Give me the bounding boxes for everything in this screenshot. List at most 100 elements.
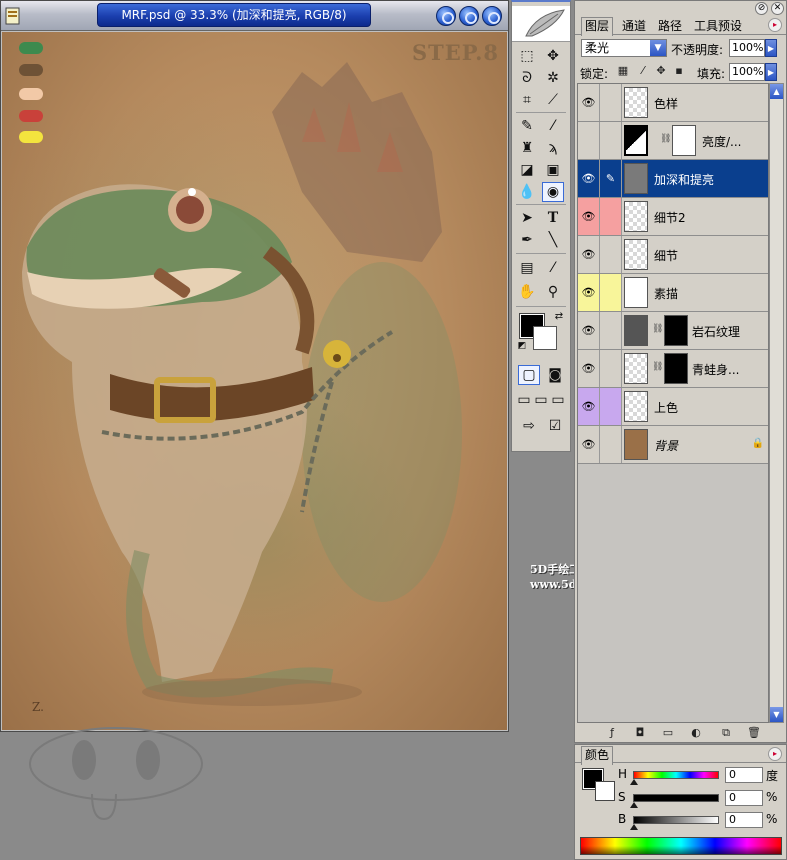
close-button[interactable] (482, 6, 502, 26)
color-spectrum-bar[interactable] (580, 837, 782, 855)
default-colors-icon[interactable]: ◩ (516, 340, 528, 352)
lock-position-icon[interactable]: ✥ (655, 65, 667, 77)
lock-transparency-icon[interactable]: ▦ (617, 65, 629, 77)
layer-row[interactable]: 👁 素描 (578, 274, 768, 312)
eraser-tool-icon[interactable]: ◪ (516, 160, 538, 180)
move-tool-icon[interactable]: ✥ (542, 46, 564, 66)
layer-row[interactable]: 👁 背景 🔒 (578, 426, 768, 464)
screen-mode-standard-icon[interactable]: ▭ (516, 390, 532, 410)
blur-tool-icon[interactable]: 💧 (516, 182, 538, 202)
brightness-slider-thumb[interactable] (630, 824, 638, 830)
maximize-button[interactable] (459, 6, 479, 26)
brightness-slider[interactable] (633, 816, 719, 824)
path-selection-tool-icon[interactable]: ➤ (516, 208, 538, 228)
screen-mode-full-menu-icon[interactable]: ▭ (533, 390, 549, 410)
eyedropper-tool-icon[interactable]: ⁄ (542, 258, 564, 278)
gradient-tool-icon[interactable]: ▣ (542, 160, 564, 180)
hand-tool-icon[interactable]: ✋ (516, 282, 538, 302)
quick-mask-mode-icon[interactable]: ◙ (544, 365, 566, 385)
trash-icon[interactable]: 🗑 (747, 726, 761, 739)
opacity-field[interactable]: 100% (729, 39, 765, 57)
panel-close-icon[interactable]: ✕ (771, 2, 784, 15)
brightness-field[interactable]: 0 (725, 812, 763, 828)
layer-style-icon[interactable]: ƒ (605, 726, 619, 739)
new-group-icon[interactable]: ▭ (661, 726, 675, 739)
brush-tool-icon[interactable]: ⁄ (542, 116, 564, 136)
layer-link-cell[interactable] (600, 198, 622, 235)
background-color-swatch[interactable] (533, 326, 557, 350)
document-titlebar[interactable]: MRF.psd @ 33.3% (加深和提亮, RGB/8) (1, 1, 508, 31)
hue-slider-thumb[interactable] (630, 779, 638, 785)
layers-scrollbar[interactable]: ▲ ▼ (769, 83, 784, 723)
visibility-eye-icon[interactable] (578, 122, 600, 159)
dodge-tool-icon[interactable]: ◉ (542, 182, 564, 202)
saturation-slider[interactable] (633, 794, 719, 802)
lock-pixels-icon[interactable]: ⁄ (637, 65, 649, 77)
new-adjustment-layer-icon[interactable]: ◐ (689, 726, 703, 739)
standard-mode-icon[interactable]: ▢ (518, 365, 540, 385)
color-background-swatch[interactable] (595, 781, 615, 801)
history-brush-tool-icon[interactable]: ϡ (542, 138, 564, 158)
layer-row[interactable]: 👁 上色 (578, 388, 768, 426)
saturation-slider-thumb[interactable] (630, 802, 638, 808)
lock-all-icon[interactable]: ▪ (673, 65, 685, 77)
layer-row[interactable]: ⛓ 亮度/... (578, 122, 768, 160)
fill-field[interactable]: 100% (729, 63, 765, 81)
add-mask-icon[interactable]: ◘ (633, 726, 647, 739)
visibility-eye-icon[interactable]: 👁 (578, 198, 600, 235)
imageready-icon[interactable]: ☑ (544, 416, 566, 436)
visibility-eye-icon[interactable]: 👁 (578, 426, 600, 463)
scroll-up-icon[interactable]: ▲ (770, 84, 783, 99)
visibility-eye-icon[interactable]: 👁 (578, 274, 600, 311)
layers-panel-menu-button[interactable]: ▸ (768, 18, 782, 32)
layer-link-cell[interactable] (600, 350, 622, 387)
zoom-tool-icon[interactable]: ⚲ (542, 282, 564, 302)
scroll-down-icon[interactable]: ▼ (770, 707, 783, 722)
brush-icon[interactable]: ✎ (600, 160, 622, 197)
tab-tool-presets[interactable]: 工具预设 (691, 18, 745, 35)
layer-link-cell[interactable] (600, 274, 622, 311)
image-canvas[interactable]: STEP.8 Z. (2, 32, 507, 730)
tab-color[interactable]: 颜色 (581, 746, 614, 765)
layer-link-cell[interactable] (600, 426, 622, 463)
layer-row[interactable]: 👁 ✎ 加深和提亮 (578, 160, 768, 198)
magic-wand-tool-icon[interactable]: ✲ (542, 68, 564, 88)
visibility-eye-icon[interactable]: 👁 (578, 312, 600, 349)
type-tool-icon[interactable]: T (542, 208, 564, 228)
minimize-button[interactable] (436, 6, 456, 26)
visibility-eye-icon[interactable]: 👁 (578, 84, 600, 121)
lasso-tool-icon[interactable]: ᘐ (516, 68, 538, 88)
tab-paths[interactable]: 路径 (655, 18, 685, 35)
visibility-eye-icon[interactable]: 👁 (578, 388, 600, 425)
pen-tool-icon[interactable]: ✒ (516, 230, 538, 250)
tab-layers[interactable]: 图层 (581, 17, 614, 36)
layer-link-cell[interactable] (600, 312, 622, 349)
layer-link-cell[interactable] (600, 236, 622, 273)
jump-to-imageready-icon[interactable]: ⇨ (518, 416, 540, 436)
layer-row[interactable]: 👁 ⛓ 青蛙身... (578, 350, 768, 388)
clone-stamp-tool-icon[interactable]: ♜ (516, 138, 538, 158)
hue-slider[interactable] (633, 771, 719, 779)
layer-link-cell[interactable] (600, 84, 622, 121)
marquee-tool-icon[interactable]: ⬚ (516, 46, 538, 66)
layer-row[interactable]: 👁 细节 (578, 236, 768, 274)
swap-colors-icon[interactable]: ⇄ (552, 310, 566, 322)
toolbox-header[interactable] (512, 6, 570, 42)
visibility-eye-icon[interactable]: 👁 (578, 160, 600, 197)
screen-mode-full-icon[interactable]: ▭ (550, 390, 566, 410)
new-layer-icon[interactable]: ⧉ (719, 726, 733, 739)
layer-link-cell[interactable] (600, 122, 622, 159)
color-panel-menu-button[interactable]: ▸ (768, 747, 782, 761)
opacity-slider-button[interactable]: ▶ (765, 39, 777, 57)
tab-channels[interactable]: 通道 (619, 18, 649, 35)
panel-collapse-icon[interactable]: ⊘ (755, 2, 768, 15)
healing-brush-tool-icon[interactable]: ✎ (516, 116, 538, 136)
layer-row[interactable]: 👁 色样 (578, 84, 768, 122)
visibility-eye-icon[interactable]: 👁 (578, 236, 600, 273)
line-tool-icon[interactable]: ╲ (542, 230, 564, 250)
saturation-field[interactable]: 0 (725, 790, 763, 806)
hue-field[interactable]: 0 (725, 767, 763, 783)
layer-link-cell[interactable] (600, 388, 622, 425)
visibility-eye-icon[interactable]: 👁 (578, 350, 600, 387)
notes-tool-icon[interactable]: ▤ (516, 258, 538, 278)
